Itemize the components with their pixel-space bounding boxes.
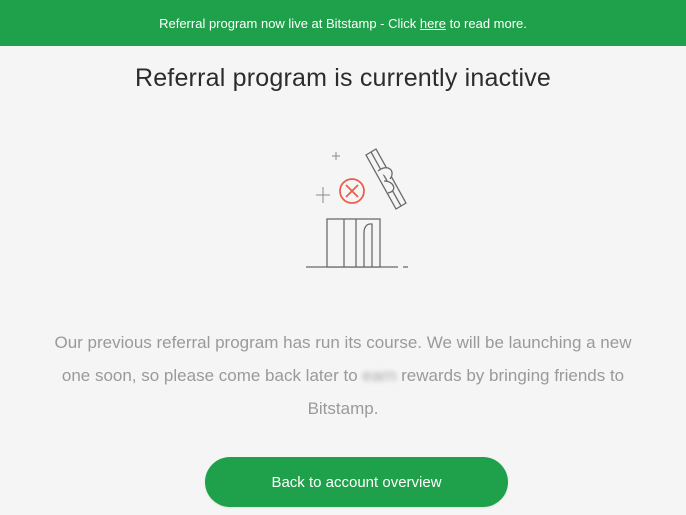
back-to-account-overview-button[interactable]: Back to account overview [205,457,508,507]
gift-box-cancelled-icon [306,148,408,268]
gift-box-body [326,218,381,268]
flying-ribbon-icon [365,148,407,210]
description-blurred-word: earn [362,366,397,385]
sparkle-large-icon [316,187,330,203]
page-title: Referral program is currently inactive [134,64,552,92]
banner-text-before: Referral program now live at Bitstamp - … [159,15,417,31]
announcement-banner: Referral program now live at Bitstamp - … [0,0,686,46]
cancel-circle-icon [339,178,365,204]
banner-link-here[interactable]: here [420,16,446,31]
banner-text-after: to read more. [449,15,527,31]
sparkle-small-icon [332,152,340,160]
referral-description: Our previous referral program has run it… [40,326,646,425]
